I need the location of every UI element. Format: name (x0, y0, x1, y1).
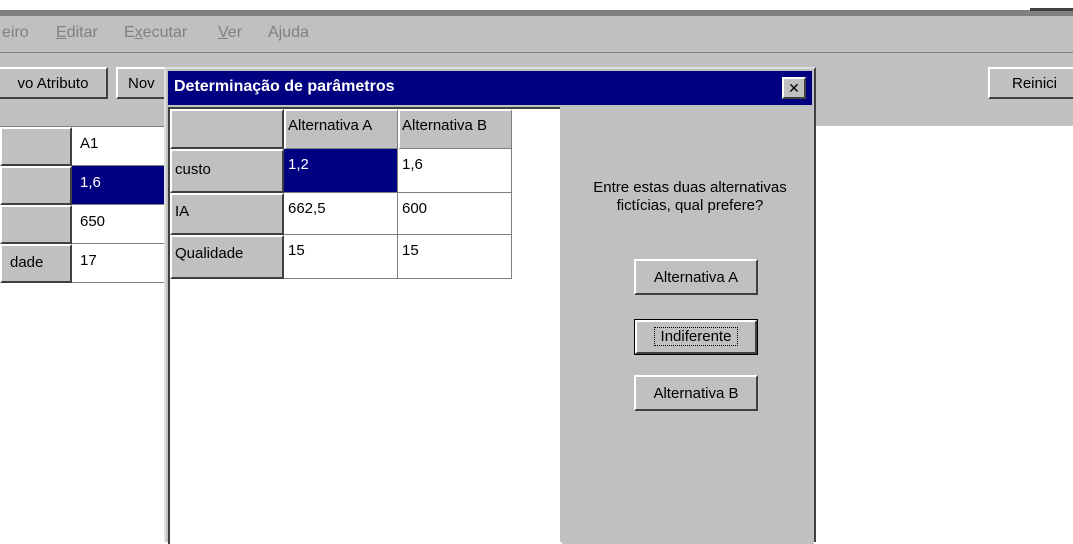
indiferente-button-face: Indiferente (635, 320, 757, 354)
menu-executar[interactable]: Executar (124, 24, 187, 42)
alternativa-a-button[interactable]: Alternativa A (634, 259, 758, 295)
cell-ia-alternativa-b[interactable]: 600 (398, 193, 512, 235)
preference-prompt: Entre estas duas alternativas fictícias,… (593, 179, 787, 214)
window-frame-top-right (1030, 8, 1073, 11)
reiniciar-button[interactable]: Reinici (988, 67, 1073, 99)
choice-panel: Entre estas duas alternativas fictícias,… (562, 107, 814, 544)
row-header-qualidade: Qualidade (170, 235, 284, 279)
grid-corner-header (170, 109, 284, 149)
row-header (0, 166, 72, 205)
dialog-title-bar[interactable]: Determinação de parâmetros ✕ (168, 71, 812, 105)
comparison-grid: Alternativa A Alternativa B custo 1,2 1,… (168, 107, 560, 544)
cell-qualidade-alternativa-b[interactable]: 15 (398, 235, 512, 279)
cell-qualidade-alternativa-a[interactable]: 15 (284, 235, 398, 279)
close-icon: ✕ (788, 80, 800, 96)
parameters-dialog: Determinação de parâmetros ✕ Alternativa… (164, 67, 816, 544)
menu-bar: eiro Editar Executar Ver Ajuda (0, 16, 1073, 52)
menu-ver[interactable]: Ver (218, 24, 242, 42)
indiferente-button-label: Indiferente (653, 327, 739, 346)
close-button[interactable]: ✕ (782, 77, 806, 99)
grid-cell[interactable]: 650 (72, 205, 165, 244)
main-grid: A1 1,6 650 dade 17 (0, 126, 165, 538)
menu-ajuda[interactable]: Ajuda (268, 24, 309, 42)
row-header: dade (0, 244, 72, 283)
row-header-ia: IA (170, 193, 284, 235)
novo-atributo-button[interactable]: vo Atributo (0, 67, 108, 99)
grid-cell[interactable]: 17 (72, 244, 165, 283)
cell-custo-alternativa-a[interactable]: 1,2 (284, 149, 398, 193)
column-header-alternativa-b[interactable]: Alternativa B (398, 109, 512, 149)
menu-ficheiro[interactable]: eiro (2, 24, 29, 42)
row-header (0, 205, 72, 244)
dialog-title: Determinação de parâmetros (174, 78, 395, 95)
alternativa-b-button[interactable]: Alternativa B (634, 375, 758, 411)
indiferente-button[interactable]: Indiferente (634, 319, 758, 355)
cell-ia-alternativa-a[interactable]: 662,5 (284, 193, 398, 235)
menu-editar[interactable]: Editar (56, 24, 98, 42)
grid-corner-header (0, 127, 72, 166)
column-header-a1[interactable]: A1 (72, 127, 165, 166)
column-header-alternativa-a[interactable]: Alternativa A (284, 109, 398, 149)
row-header-custo: custo (170, 149, 284, 193)
grid-cell-selected[interactable]: 1,6 (72, 166, 165, 205)
cell-custo-alternativa-b[interactable]: 1,6 (398, 149, 512, 193)
